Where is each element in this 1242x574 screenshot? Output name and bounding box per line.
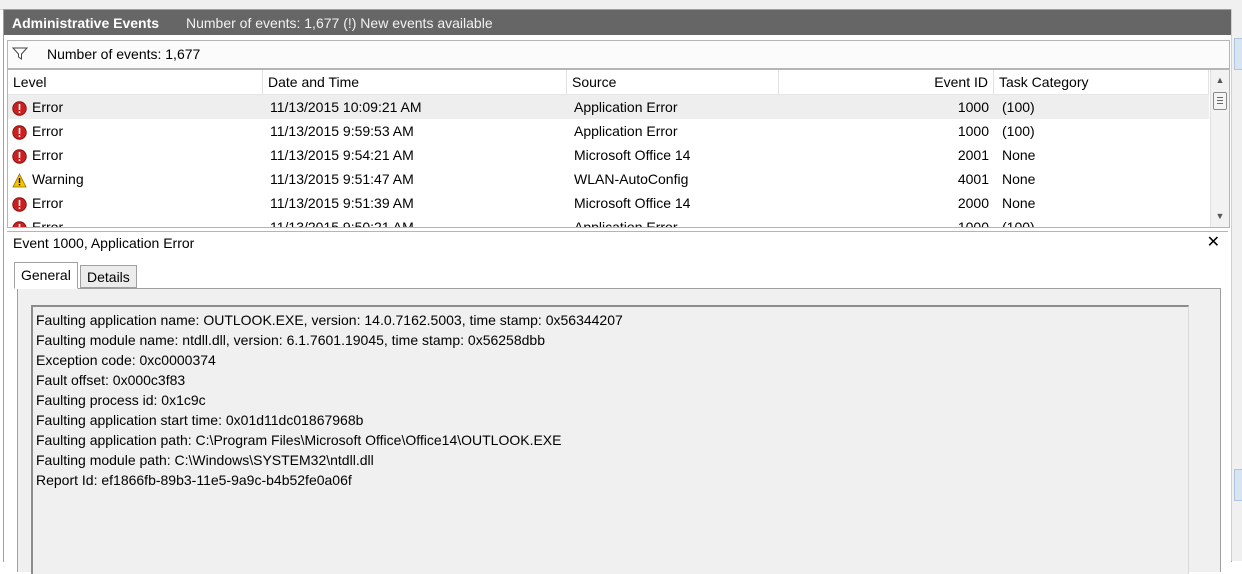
grid-vertical-scrollbar[interactable]: ▲ ▼ <box>1210 70 1229 227</box>
description-line: Faulting application start time: 0x01d11… <box>36 412 364 428</box>
error-icon <box>12 99 27 116</box>
event-detail-header: Event 1000, Application Error ✕ <box>7 231 1228 254</box>
grid-rows: Error 11/13/2015 10:09:21 AM Application E… <box>8 95 1209 228</box>
table-row[interactable]: Error 11/13/2015 9:59:53 AM Application Er… <box>8 119 1209 143</box>
description-line: Report Id: ef1866fb-89b3-11e5-9a9c-b4b52… <box>36 472 352 488</box>
tab-details[interactable]: Details <box>80 265 137 288</box>
row-event-id: 1000 <box>957 123 989 139</box>
event-description-textbox[interactable]: Faulting application name: OUTLOOK.EXE, … <box>31 305 1189 574</box>
row-source: Application Error <box>574 99 678 115</box>
scroll-up-arrow-icon[interactable]: ▲ <box>1211 72 1229 88</box>
adjacent-pane-marker <box>1234 469 1242 501</box>
row-source: Microsoft Office 14 <box>574 195 691 211</box>
row-task-category: (100) <box>1002 219 1035 228</box>
table-row[interactable]: Error 11/13/2015 9:51:39 AM Microsoft Offi… <box>8 191 1209 215</box>
description-line: Fault offset: 0x000c3f83 <box>36 372 186 388</box>
adjacent-pane-marker <box>1234 38 1242 70</box>
column-header-date-time[interactable]: Date and Time <box>263 70 567 94</box>
warning-icon <box>12 171 27 188</box>
row-event-id: 2001 <box>957 147 989 163</box>
error-icon <box>12 195 27 212</box>
row-source: Microsoft Office 14 <box>574 147 691 163</box>
row-source: Application Error <box>574 219 678 228</box>
row-event-id: 1000 <box>957 219 989 228</box>
scrollbar-thumb[interactable] <box>1213 92 1227 110</box>
grid-column-headers: Level Date and Time Source Event ID Task… <box>8 70 1209 95</box>
table-row[interactable]: Error 11/13/2015 10:09:21 AM Application E… <box>8 95 1209 119</box>
events-grid[interactable]: Level Date and Time Source Event ID Task… <box>7 69 1230 228</box>
column-header-event-id[interactable]: Event ID <box>779 70 994 94</box>
row-date-time: 11/13/2015 9:54:21 AM <box>270 147 414 163</box>
panel-subtitle: Number of events: 1,677 (!) New events a… <box>186 15 493 31</box>
error-icon <box>12 219 27 227</box>
description-line: Exception code: 0xc0000374 <box>36 352 216 368</box>
general-tab-panel: Faulting application name: OUTLOOK.EXE, … <box>17 288 1221 574</box>
row-source: Application Error <box>574 123 678 139</box>
column-header-source[interactable]: Source <box>567 70 779 94</box>
panel-header: Administrative Events Number of events: … <box>4 10 1231 35</box>
row-task-category: (100) <box>1002 99 1035 115</box>
row-level: Error <box>32 219 64 228</box>
row-task-category: None <box>1002 171 1036 187</box>
admin-events-panel: Administrative Events Number of events: … <box>3 9 1232 574</box>
row-level: Error <box>32 99 64 115</box>
tab-general[interactable]: General <box>14 262 78 289</box>
row-level: Warning <box>32 171 84 187</box>
filter-event-count: Number of events: 1,677 <box>47 46 201 62</box>
row-date-time: 11/13/2015 9:51:39 AM <box>270 195 414 211</box>
row-level: Error <box>32 147 64 163</box>
row-task-category: None <box>1002 195 1036 211</box>
error-icon <box>12 147 27 164</box>
filter-icon[interactable] <box>11 46 29 62</box>
description-line: Faulting module path: C:\Windows\SYSTEM3… <box>36 452 374 468</box>
row-task-category: None <box>1002 147 1036 163</box>
row-date-time: 11/13/2015 9:59:53 AM <box>270 123 414 139</box>
column-header-task-category[interactable]: Task Category <box>994 70 1209 94</box>
row-task-category: (100) <box>1002 123 1035 139</box>
row-level: Error <box>32 195 64 211</box>
table-row[interactable]: Warning 11/13/2015 9:51:47 AM WLAN-AutoCon… <box>8 167 1209 191</box>
row-date-time: 11/13/2015 10:09:21 AM <box>270 99 422 115</box>
description-line: Faulting application name: OUTLOOK.EXE, … <box>36 312 623 328</box>
table-row[interactable]: Error 11/13/2015 9:50:21 AM Application Er… <box>8 215 1209 228</box>
scroll-down-arrow-icon[interactable]: ▼ <box>1211 208 1229 224</box>
panel-title: Administrative Events <box>12 15 160 31</box>
event-description-lines: Faulting application name: OUTLOOK.EXE, … <box>33 310 623 490</box>
row-event-id: 2000 <box>957 195 989 211</box>
row-date-time: 11/13/2015 9:51:47 AM <box>270 171 414 187</box>
row-level: Error <box>32 123 64 139</box>
row-event-id: 1000 <box>957 99 989 115</box>
description-line: Faulting process id: 0x1c9c <box>36 392 206 408</box>
adjacent-pane-edge <box>1231 9 1242 561</box>
table-row[interactable]: Error 11/13/2015 9:54:21 AM Microsoft Offi… <box>8 143 1209 167</box>
description-line: Faulting application path: C:\Program Fi… <box>36 432 562 448</box>
row-date-time: 11/13/2015 9:50:21 AM <box>270 219 414 228</box>
row-event-id: 4001 <box>957 171 989 187</box>
column-header-level[interactable]: Level <box>8 70 263 94</box>
description-line: Faulting module name: ntdll.dll, version… <box>36 332 545 348</box>
row-source: WLAN-AutoConfig <box>574 171 689 187</box>
close-icon[interactable]: ✕ <box>1207 232 1220 252</box>
event-detail-title: Event 1000, Application Error <box>13 235 195 251</box>
filter-bar: Number of events: 1,677 <box>7 40 1230 69</box>
error-icon <box>12 123 27 140</box>
